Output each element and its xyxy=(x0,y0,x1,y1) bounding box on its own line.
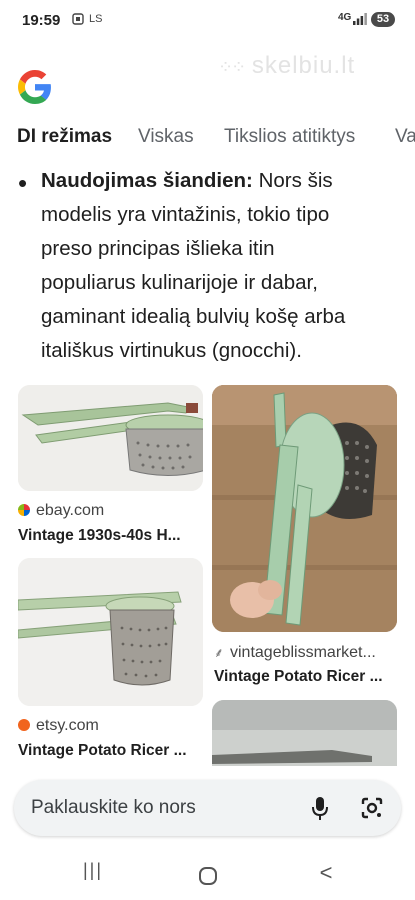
google-lens-icon[interactable] xyxy=(360,796,384,820)
tab-more[interactable]: Va xyxy=(395,126,415,148)
etsy-favicon-icon xyxy=(18,719,30,731)
status-bar: 19:59 LS 4G 53 xyxy=(0,0,415,40)
image-result-1[interactable] xyxy=(18,385,203,491)
screenshot-icon xyxy=(72,13,84,28)
watermark: ⁘⁘ skelbiu.lt xyxy=(218,52,356,79)
ebay-favicon-icon xyxy=(18,504,30,516)
google-logo[interactable] xyxy=(18,70,52,104)
image-result-2[interactable] xyxy=(18,558,203,706)
image-source-3[interactable]: etsy.com xyxy=(18,717,99,735)
answer-paragraph: Naudojimas šiandien: Nors šis modelis yr… xyxy=(41,164,371,368)
answer-lead: Naudojimas šiandien: xyxy=(41,169,253,192)
home-button[interactable] xyxy=(188,860,228,890)
image-result-3[interactable] xyxy=(212,385,397,632)
recents-button[interactable]: ||| xyxy=(73,860,113,890)
potato-ricer-photo xyxy=(212,385,397,632)
potato-ricer-photo xyxy=(212,700,397,766)
image-caption-2[interactable]: Vintage Potato Ricer ... xyxy=(214,668,397,686)
tab-ai-mode[interactable]: DI režimas xyxy=(17,126,112,148)
system-nav-bar: ||| < xyxy=(0,852,415,900)
image-source-2[interactable]: ⸙ vintageblissmarket... xyxy=(214,643,376,662)
battery-indicator: 53 xyxy=(371,12,395,27)
image-result-4[interactable] xyxy=(212,700,397,766)
search-bar[interactable]: Paklauskite ko nors xyxy=(14,780,401,836)
carrier-icon: LS xyxy=(89,13,103,25)
potato-ricer-photo xyxy=(18,385,203,491)
image-caption-1[interactable]: Vintage 1930s-40s H... xyxy=(18,527,203,545)
network-type: 4G xyxy=(338,12,352,23)
potato-ricer-photo xyxy=(18,558,203,706)
tab-all[interactable]: Viskas xyxy=(138,126,194,148)
tab-exact-matches[interactable]: Tikslios atitiktys xyxy=(224,126,355,148)
watermark-dots-icon: ⁘⁘ xyxy=(218,57,246,77)
search-input[interactable]: Paklauskite ko nors xyxy=(31,797,196,819)
answer-text: Nors šis modelis yra vintažinis, tokio t… xyxy=(41,169,346,362)
home-icon xyxy=(199,867,217,885)
back-button[interactable]: < xyxy=(306,860,346,890)
search-tabs: DI režimas Viskas Tikslios atitiktys Va xyxy=(0,126,415,154)
signal-icon xyxy=(353,13,367,25)
status-time: 19:59 xyxy=(22,12,61,29)
image-source-1[interactable]: ebay.com xyxy=(18,502,104,520)
image-caption-3[interactable]: Vintage Potato Ricer ... xyxy=(18,742,203,760)
bullet-point: • xyxy=(18,168,28,198)
vintagebliss-favicon-icon: ⸙ xyxy=(214,645,224,660)
microphone-icon[interactable] xyxy=(310,796,330,822)
